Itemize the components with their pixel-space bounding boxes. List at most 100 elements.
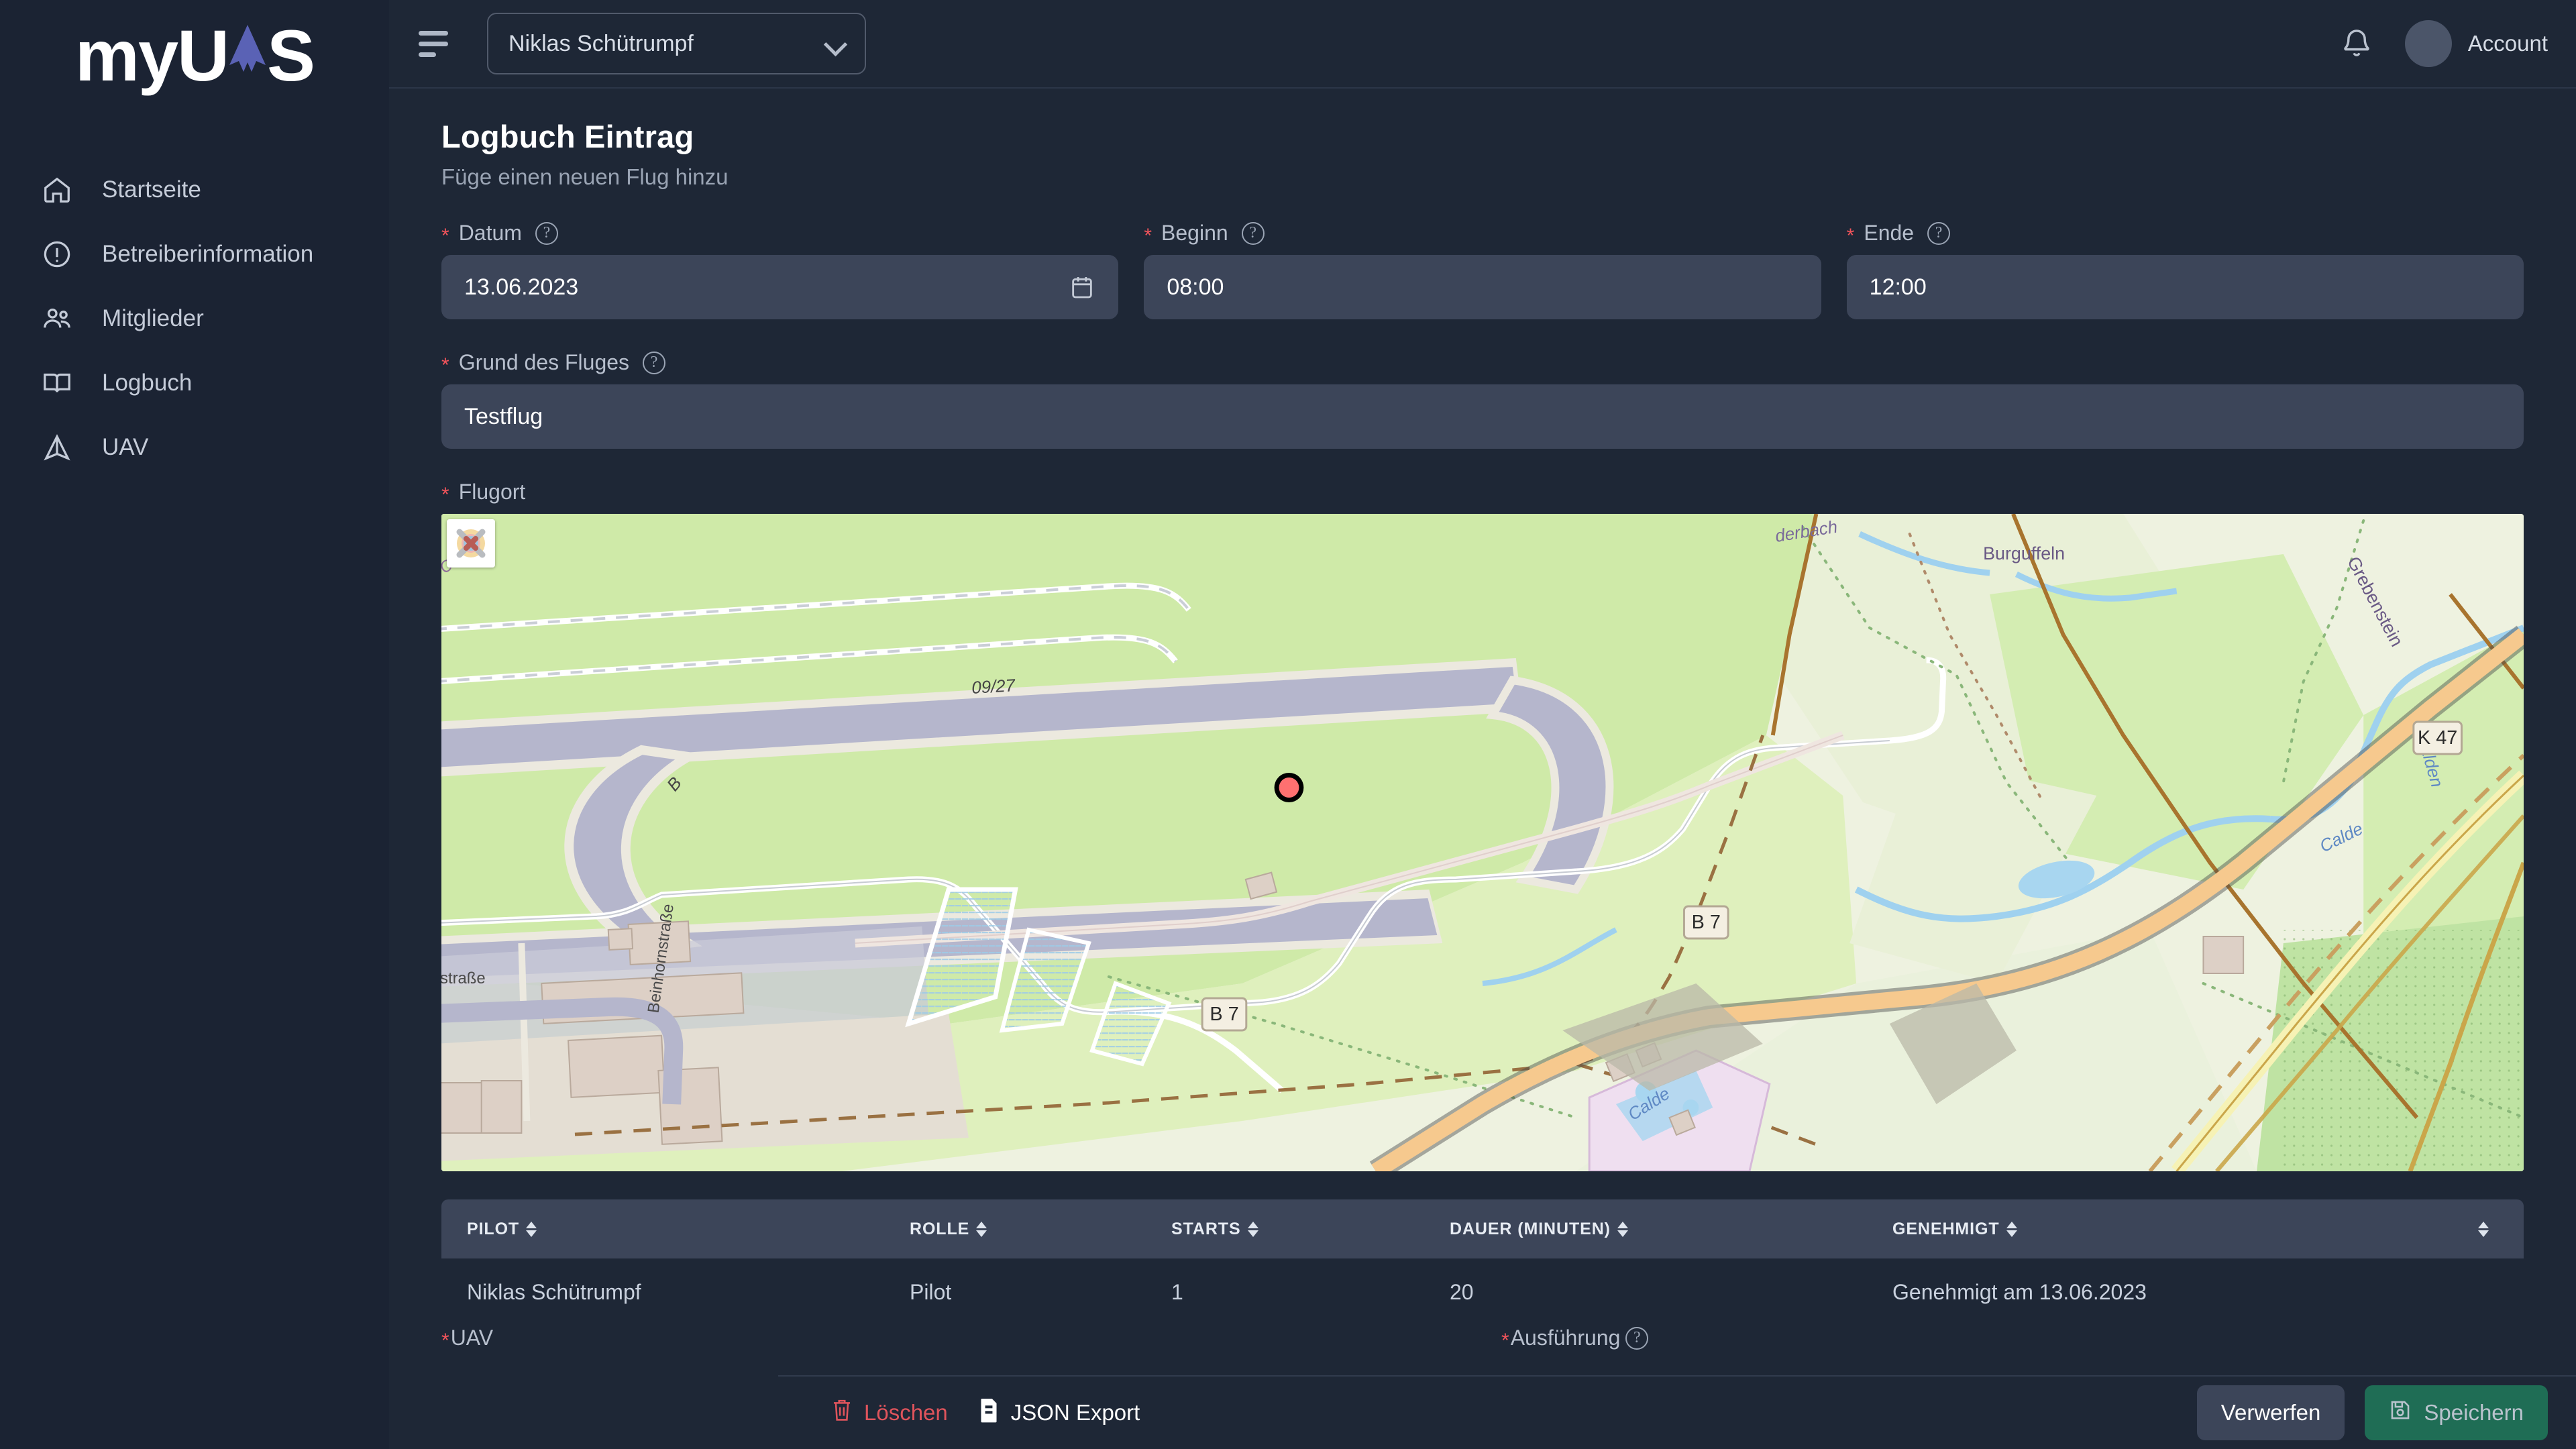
datum-label-group: * Datum ? <box>441 221 1118 246</box>
help-icon[interactable]: ? <box>1927 221 1951 245</box>
ende-label-group: * Ende ? <box>1847 221 2524 246</box>
beginn-value: 08:00 <box>1167 274 1224 300</box>
sidebar-item-uav[interactable]: UAV <box>0 415 389 480</box>
sidebar-item-startseite[interactable]: Startseite <box>0 158 389 222</box>
datum-input[interactable]: 13.06.2023 <box>441 255 1119 319</box>
organization-select-value: Niklas Schütrumpf <box>508 30 694 56</box>
sort-icon <box>2006 1221 2017 1237</box>
sidebar-item-label: Betreiberinformation <box>102 241 314 267</box>
table-header-label: ROLLE <box>910 1219 970 1238</box>
sort-icon <box>1617 1221 1628 1237</box>
sidebar: myU S Startseite Betreiberinformation Mi… <box>0 0 389 1449</box>
sidebar-item-label: UAV <box>102 434 149 460</box>
map-layers-icon[interactable] <box>447 519 495 568</box>
road-shield-b7-left: B 7 <box>1201 997 1248 1032</box>
home-icon <box>42 174 72 205</box>
calendar-icon[interactable] <box>1069 274 1095 301</box>
uav-label-group: * UAV <box>441 1326 493 1350</box>
topbar: Niklas Schütrumpf Account <box>389 0 2576 89</box>
pilots-table: PILOT ROLLE STARTS DAUER (MINUTEN) GENEH… <box>441 1199 2524 1326</box>
sidebar-item-label: Startseite <box>102 176 201 203</box>
chevron-down-icon <box>826 34 846 54</box>
table-header-label: PILOT <box>467 1219 520 1238</box>
cell-genehmigt: Genehmigt am 13.06.2023 <box>1892 1279 2147 1304</box>
table-header-label: GENEHMIGT <box>1892 1219 2000 1238</box>
ende-input[interactable]: 12:00 <box>1846 255 2524 319</box>
help-icon[interactable]: ? <box>1625 1326 1649 1350</box>
road-shield-b7-right: B 7 <box>1682 905 1729 940</box>
cell-rolle: Pilot <box>910 1279 952 1304</box>
action-bar: Löschen JSON Export Verwerfen Speichern <box>778 1375 2576 1449</box>
datetime-row: * Datum ? 13.06.2023 * Beginn ? 08:00 * … <box>441 190 2524 319</box>
help-icon[interactable]: ? <box>535 221 558 245</box>
floppy-disk-icon <box>2389 1399 2412 1427</box>
required-asterisk: * <box>441 224 449 247</box>
drone-triangle-icon <box>42 432 72 463</box>
sidebar-nav: Startseite Betreiberinformation Mitglied… <box>0 158 389 480</box>
table-header-dauer[interactable]: DAUER (MINUTEN) <box>1450 1220 1892 1239</box>
sidebar-item-betreiberinformation[interactable]: Betreiberinformation <box>0 222 389 286</box>
datum-label: Datum <box>458 221 522 245</box>
main-area: Niklas Schütrumpf Account Logbuch Eintra… <box>389 0 2576 1449</box>
brand-logo-text-1: myU <box>74 14 229 96</box>
sidebar-item-mitglieder[interactable]: Mitglieder <box>0 286 389 351</box>
save-label: Speichern <box>2424 1400 2524 1425</box>
account-menu[interactable]: Account <box>2404 20 2548 67</box>
bell-icon[interactable] <box>2339 26 2374 61</box>
page-content: Logbuch Eintrag Füge einen neuen Flug hi… <box>389 89 2576 1449</box>
table-header-genehmigt[interactable]: GENEHMIGT <box>1892 1220 2443 1239</box>
clipped-field-labels: * UAV * Ausführung ? <box>441 1326 2524 1351</box>
json-export-button[interactable]: JSON Export <box>977 1397 1140 1428</box>
topbar-right-group: Account <box>2339 20 2548 67</box>
grund-input[interactable]: Testflug <box>441 384 2524 449</box>
sidebar-item-logbuch[interactable]: Logbuch <box>0 351 389 415</box>
svg-text:B 7: B 7 <box>1692 912 1721 933</box>
discard-button[interactable]: Verwerfen <box>2196 1385 2345 1440</box>
brand-logo[interactable]: myU S <box>0 0 389 111</box>
beginn-input[interactable]: 08:00 <box>1144 255 1821 319</box>
table-header-label: STARTS <box>1171 1219 1241 1238</box>
flugort-label-group: * Flugort <box>441 480 2524 504</box>
save-button[interactable]: Speichern <box>2365 1385 2548 1440</box>
delete-button[interactable]: Löschen <box>830 1397 948 1428</box>
map-canvas: 09/27 B Beinhornstraße straße derbach Bu… <box>441 514 2524 1171</box>
table-header-label: DAUER (MINUTEN) <box>1450 1219 1611 1238</box>
beginn-label-group: * Beginn ? <box>1144 221 1821 246</box>
table-header-pilot[interactable]: PILOT <box>467 1220 910 1239</box>
drone-logo-icon <box>221 23 274 88</box>
uav-label: UAV <box>450 1326 494 1350</box>
app-root: myU S Startseite Betreiberinformation Mi… <box>0 0 2576 1449</box>
table-header-row: PILOT ROLLE STARTS DAUER (MINUTEN) GENEH… <box>441 1199 2524 1258</box>
cell-pilot: Niklas Schütrumpf <box>467 1279 641 1304</box>
sidebar-item-label: Mitglieder <box>102 305 204 331</box>
required-asterisk: * <box>441 1329 449 1351</box>
svg-text:B 7: B 7 <box>1210 1004 1238 1025</box>
cell-dauer: 20 <box>1450 1279 1474 1304</box>
required-asterisk: * <box>1501 1329 1509 1351</box>
avatar <box>2404 20 2452 67</box>
sort-icon <box>1247 1221 1258 1237</box>
table-row[interactable]: Niklas Schütrumpf Pilot 1 20 Genehmigt a… <box>441 1258 2524 1326</box>
table-header-rolle[interactable]: ROLLE <box>910 1220 1171 1239</box>
table-header-starts[interactable]: STARTS <box>1171 1220 1450 1239</box>
sort-icon <box>2478 1221 2489 1237</box>
help-icon[interactable]: ? <box>643 351 666 374</box>
book-icon <box>42 368 72 398</box>
delete-label: Löschen <box>864 1400 948 1425</box>
table-header-actions[interactable] <box>2443 1221 2524 1237</box>
trash-icon <box>830 1397 853 1428</box>
help-icon[interactable]: ? <box>1241 221 1265 245</box>
beginn-label: Beginn <box>1161 221 1228 245</box>
svg-text:K 47: K 47 <box>2418 727 2457 749</box>
required-asterisk: * <box>441 354 449 376</box>
organization-select[interactable]: Niklas Schütrumpf <box>487 13 866 74</box>
svg-text:Burguffeln: Burguffeln <box>1983 543 2065 564</box>
flight-location-map[interactable]: 09/27 B Beinhornstraße straße derbach Bu… <box>441 514 2524 1171</box>
hamburger-icon[interactable] <box>419 25 456 62</box>
users-icon <box>42 303 72 334</box>
sort-icon <box>976 1221 987 1237</box>
discard-label: Verwerfen <box>2220 1400 2321 1425</box>
required-asterisk: * <box>1144 224 1152 247</box>
page-title: Logbuch Eintrag <box>441 119 694 154</box>
account-label: Account <box>2467 31 2548 56</box>
